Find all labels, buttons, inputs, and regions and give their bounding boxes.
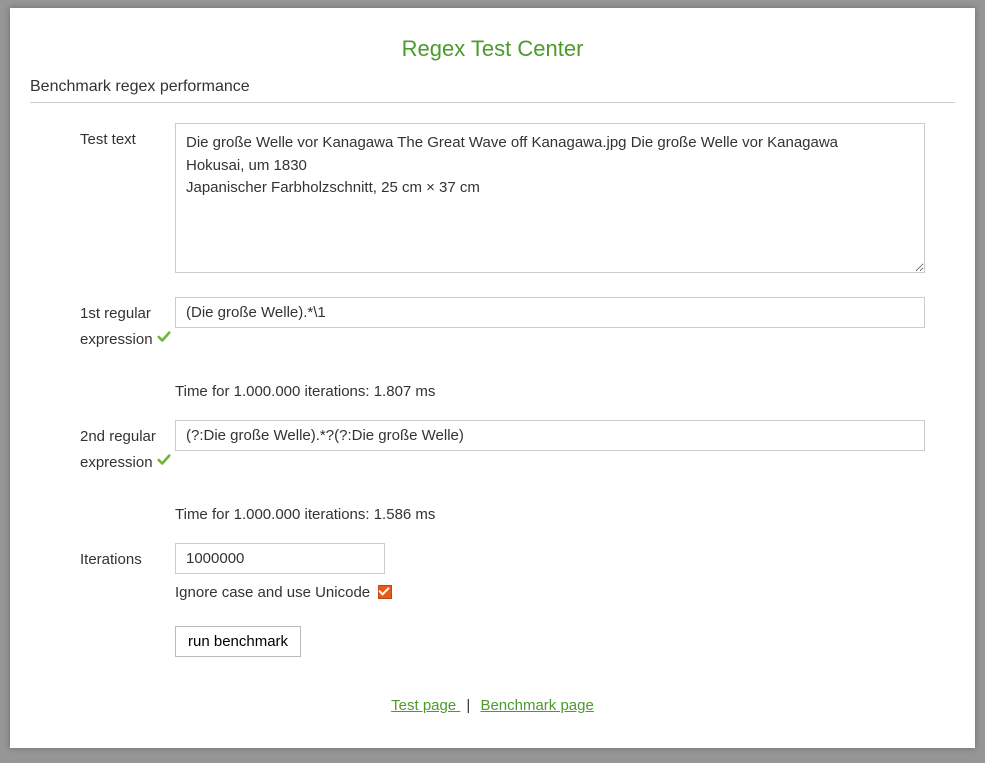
page-title: Regex Test Center xyxy=(30,36,955,62)
footer-separator: | xyxy=(466,697,470,714)
test-text-input[interactable] xyxy=(175,123,925,273)
test-page-link[interactable]: Test page xyxy=(391,697,460,714)
footer-links: Test page | Benchmark page xyxy=(30,697,955,714)
iterations-input[interactable] xyxy=(175,543,385,574)
ignore-case-checkbox[interactable] xyxy=(378,585,392,599)
valid-check-icon xyxy=(157,453,171,467)
benchmark-page-link[interactable]: Benchmark page xyxy=(480,697,593,714)
row-test-text: Test text xyxy=(30,123,955,277)
regex2-input[interactable] xyxy=(175,420,925,451)
label-iterations: Iterations xyxy=(80,543,175,570)
row-regex1: 1st regular expression Time for 1.000.00… xyxy=(30,297,955,400)
valid-check-icon xyxy=(157,330,171,344)
label-test-text: Test text xyxy=(80,123,175,150)
regex1-result: Time for 1.000.000 iterations: 1.807 ms xyxy=(175,383,925,400)
regex2-result: Time for 1.000.000 iterations: 1.586 ms xyxy=(175,506,925,523)
ignore-case-row: Ignore case and use Unicode xyxy=(175,584,925,601)
label-regex2: 2nd regular expression xyxy=(80,428,156,471)
regex1-input[interactable] xyxy=(175,297,925,328)
row-regex2: 2nd regular expression Time for 1.000.00… xyxy=(30,420,955,523)
ignore-case-label: Ignore case and use Unicode xyxy=(175,584,370,601)
run-benchmark-button[interactable]: run benchmark xyxy=(175,626,301,657)
label-regex1: 1st regular expression xyxy=(80,305,153,348)
page-subtitle: Benchmark regex performance xyxy=(30,78,955,103)
main-container: Regex Test Center Benchmark regex perfor… xyxy=(10,8,975,748)
row-iterations: Iterations Ignore case and use Unicode r… xyxy=(30,543,955,657)
